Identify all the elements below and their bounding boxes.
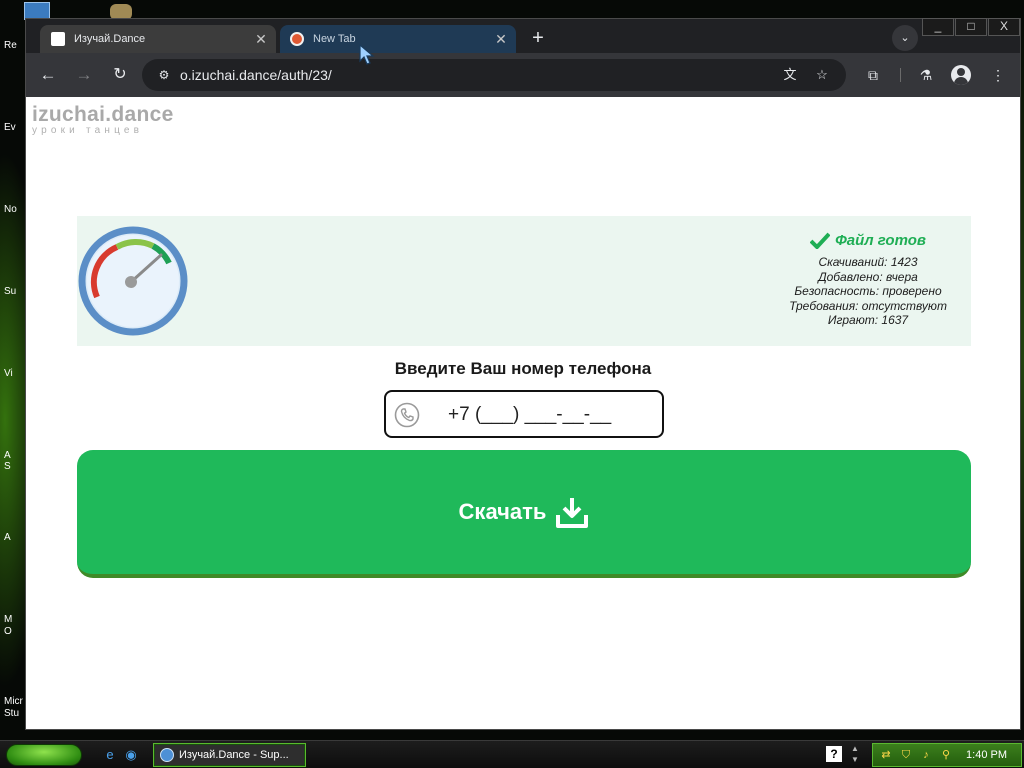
checkmark-icon (810, 232, 831, 249)
desktop-icon-label[interactable]: A (4, 532, 26, 543)
browser-toolbar: ← → ↻ ⚙ o.izuchai.dance/auth/23/ 文 ☆ ⧉ ⚗… (26, 53, 1020, 97)
tray-expand-icon[interactable]: ▲ ▼ (849, 743, 861, 765)
downloads-count: Скачиваний: 1423 (818, 255, 918, 269)
desktop-icon-label[interactable]: Su (4, 286, 26, 297)
toolbar-divider (900, 68, 901, 82)
file-status: Файл готов Скачиваний: 1423 Добавлено: в… (773, 231, 963, 328)
translate-icon[interactable]: 文 (780, 65, 800, 85)
security-shield-icon[interactable]: ⛉ (899, 748, 913, 762)
requirements-status: Требования: отсутствуют (789, 298, 947, 313)
phone-input[interactable] (448, 401, 648, 429)
tab-izuchai-dance[interactable]: Изучай.Dance ✕ (40, 25, 276, 53)
site-logo[interactable]: izuchai.dance уроки танцев (32, 103, 174, 136)
tab-title: Изучай.Dance (74, 33, 146, 45)
tab-strip: Изучай.Dance ✕ New Tab ✕ + ⌄ _ □ X (26, 18, 1020, 53)
download-button[interactable]: Скачать (77, 450, 971, 578)
desktop-icon-label[interactable]: M (4, 614, 26, 625)
phone-icon (394, 402, 420, 428)
system-tray: ⇄ ⛉ ♪ ⚲ 1:40 PM (872, 743, 1022, 767)
close-icon[interactable]: ✕ (490, 31, 512, 48)
network-icon[interactable]: ⇄ (879, 748, 893, 762)
url-text[interactable]: o.izuchai.dance/auth/23/ (180, 67, 332, 83)
taskbar: e ◉ Изучай.Dance - Sup... ? ▲ ▼ ⇄ ⛉ ♪ ⚲ 1… (0, 740, 1024, 768)
download-icon (556, 498, 589, 528)
more-menu-icon[interactable]: ⋮ (987, 64, 1009, 86)
labs-flask-icon[interactable]: ⚗ (915, 64, 937, 86)
playing-count: Играют: 1637 (827, 313, 909, 327)
browser-app-icon (160, 748, 174, 762)
desktop-icon-label[interactable]: O (4, 626, 26, 637)
window-controls: _ □ X (921, 18, 1020, 36)
tab-title: New Tab (313, 33, 356, 45)
tab-new-tab[interactable]: New Tab ✕ (280, 25, 516, 53)
taskbar-item-browser[interactable]: Изучай.Dance - Sup... (153, 743, 306, 767)
site-info-icon[interactable]: ⚙ (152, 68, 176, 82)
quick-launch-browser-icon[interactable]: ◉ (122, 746, 140, 764)
desktop-icon-label[interactable]: No (4, 204, 26, 215)
added-date: Добавлено: вчера (818, 269, 918, 284)
search-icon[interactable]: ⚲ (939, 748, 953, 762)
desktop-icon-label[interactable]: Micr (4, 696, 26, 707)
new-tab-button[interactable]: + (525, 27, 551, 51)
close-icon[interactable]: ✕ (250, 31, 272, 48)
phone-prompt: Введите Ваш номер телефона (394, 359, 652, 378)
desktop-icon-label[interactable]: Stu (4, 708, 26, 719)
minimize-button[interactable]: _ (922, 18, 954, 36)
address-bar[interactable]: ⚙ o.izuchai.dance/auth/23/ 文 ☆ (142, 59, 846, 91)
maximize-button[interactable]: □ (955, 18, 987, 36)
file-ready-label: Файл готов (835, 231, 926, 249)
volume-icon[interactable]: ♪ (919, 748, 933, 762)
profile-avatar-icon[interactable] (951, 65, 971, 85)
bookmark-star-icon[interactable]: ☆ (812, 65, 832, 85)
desktop-icon-label[interactable]: S (4, 461, 26, 472)
start-button[interactable] (6, 744, 82, 766)
back-icon[interactable]: ← (36, 63, 60, 87)
download-label: Скачать (458, 499, 547, 524)
duckduckgo-icon (290, 32, 304, 46)
clock[interactable]: 1:40 PM (966, 749, 1007, 761)
close-window-button[interactable]: X (988, 18, 1020, 36)
extensions-icon[interactable]: ⧉ (862, 64, 884, 86)
reload-icon[interactable]: ↻ (108, 63, 132, 87)
desktop-icon-label[interactable]: A (4, 450, 26, 461)
taskbar-item-label: Изучай.Dance - Sup... (179, 749, 289, 761)
tab-search-button[interactable]: ⌄ (892, 25, 918, 51)
browser-window: Изучай.Dance ✕ New Tab ✕ + ⌄ _ □ X ← → ↻… (25, 18, 1021, 730)
security-status: Безопасность: проверено (794, 284, 942, 298)
help-icon[interactable]: ? (826, 746, 842, 762)
desktop-icon-label[interactable]: Vi (4, 368, 26, 379)
speedometer-gauge-icon (78, 226, 188, 336)
logo-text: izuchai.dance (32, 103, 174, 126)
file-ready-status: Файл готов (773, 231, 963, 249)
phone-field[interactable] (384, 390, 664, 438)
internet-explorer-icon[interactable]: e (101, 746, 119, 764)
page-content: izuchai.dance уроки танцев Файл готов Ск… (26, 97, 1020, 729)
mouse-cursor-icon (359, 44, 375, 65)
white-page-icon (51, 32, 65, 46)
file-info-panel: Файл готов Скачиваний: 1423 Добавлено: в… (77, 216, 971, 346)
forward-icon[interactable]: → (72, 63, 96, 87)
desktop-icon-label[interactable]: Ev (4, 122, 26, 133)
desktop-icon-label[interactable]: Re (4, 40, 26, 51)
